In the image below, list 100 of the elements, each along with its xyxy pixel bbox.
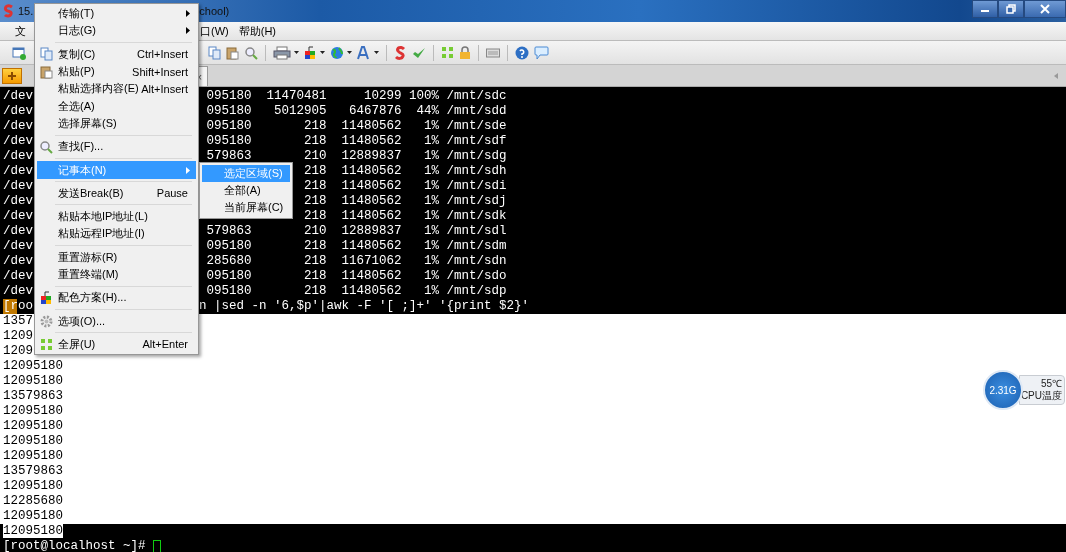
terminal-text: 13579863 <box>3 389 63 403</box>
context-menu-item[interactable]: 选项(O)... <box>37 312 196 330</box>
context-menu-item[interactable]: 粘贴本地IP地址(L) <box>37 207 196 226</box>
terminal-text: /dev <box>3 284 33 299</box>
app-logo-icon <box>2 4 16 18</box>
terminal-text: 285680 218 11671062 1% /mnt/sdn <box>206 254 507 268</box>
context-menu-item[interactable]: 粘贴选择内容(E) Alt+Insert <box>37 80 196 98</box>
terminal-text: 12285680 <box>3 494 63 508</box>
font-icon[interactable] <box>357 45 371 60</box>
context-menu-item[interactable]: 选择屏幕(S) <box>37 114 196 133</box>
cpu-temperature: 55℃ <box>1040 378 1062 390</box>
terminal-text: 095180 218 11480562 1% /mnt/sdm <box>206 239 507 253</box>
terminal-text: 1209 <box>3 344 33 358</box>
terminal-text: 1357 <box>3 314 33 328</box>
terminal-text: 095180 218 11480562 1% /mnt/sdf <box>206 134 507 148</box>
globe-icon[interactable] <box>330 45 344 60</box>
paste-icon[interactable] <box>226 45 239 60</box>
context-menu-item[interactable]: 日志(G) <box>37 22 196 40</box>
close-button[interactable] <box>1024 0 1066 18</box>
fullscreen-icon <box>39 337 53 351</box>
settings-icon <box>39 314 53 328</box>
terminal-text: /dev <box>3 119 33 134</box>
terminal-text: 579863 210 12889837 1% /mnt/sdl <box>206 224 507 238</box>
color-scheme-icon <box>39 290 53 305</box>
restore-button[interactable] <box>998 0 1024 18</box>
minimize-button[interactable] <box>972 0 998 18</box>
terminal-text: /dev <box>3 89 33 104</box>
context-menu-item[interactable]: 粘贴远程IP地址(I) <box>37 225 196 243</box>
printer-icon[interactable] <box>273 45 291 60</box>
terminal-text: 218 11480562 1% /mnt/sdj <box>304 194 507 208</box>
terminal-text: /dev <box>3 134 33 149</box>
context-menu-item[interactable]: 传输(T) <box>37 5 196 23</box>
paste-icon <box>39 64 53 79</box>
context-menu-item[interactable]: 粘贴(P) Shift+Insert <box>37 62 196 81</box>
terminal-text: /dev <box>3 104 33 119</box>
color-scheme-icon[interactable] <box>304 45 317 60</box>
context-menu-item[interactable]: 查找(F)... <box>37 138 196 156</box>
copy-icon <box>39 47 53 62</box>
context-menu-item[interactable]: 全选(A) <box>37 97 196 115</box>
terminal-text: /dev <box>3 149 33 164</box>
terminal-text: /dev <box>3 209 33 224</box>
terminal-text: n |sed -n '6,$p'|awk -F '[ ;]+' '{print $2}' <box>199 299 530 314</box>
cpu-temperature-label: CPU温度 <box>1020 390 1062 402</box>
terminal-text: /dev <box>3 239 33 254</box>
terminal-cursor <box>153 539 162 552</box>
context-menu-item[interactable]: 全屏(U) Alt+Enter <box>37 335 196 354</box>
window-title: chool) <box>199 5 230 17</box>
terminal-text: 13579863 <box>3 464 63 478</box>
caret-icon[interactable] <box>374 51 379 54</box>
search-icon[interactable] <box>244 45 258 60</box>
terminal-text: 12095180 <box>3 449 63 463</box>
caret-icon[interactable] <box>294 51 299 54</box>
terminal-text: /dev <box>3 224 33 239</box>
caret-icon[interactable] <box>320 51 325 54</box>
lock-icon[interactable] <box>459 45 471 60</box>
caret-icon[interactable] <box>347 51 352 54</box>
terminal-text: /dev <box>3 179 33 194</box>
terminal-text: 218 11480562 1% /mnt/sdh <box>304 164 507 178</box>
keyboard-icon[interactable] <box>486 47 500 58</box>
terminal-text: 095180 218 11480562 1% /mnt/sdp <box>206 284 507 298</box>
plus-icon <box>7 70 17 81</box>
search-icon <box>39 139 53 154</box>
terminal-prompt: [root@localhost ~]# <box>3 539 147 552</box>
terminal-text: /dev <box>3 164 33 179</box>
terminal-text: 12095180 <box>3 359 63 373</box>
terminal-text: 12095180 <box>3 479 63 493</box>
window-title: 15. <box>18 5 34 17</box>
close-icon <box>1040 4 1050 14</box>
terminal-text: 095180 11470481 10299 100% /mnt/sdc <box>206 89 507 103</box>
context-menu-item[interactable]: 重置游标(R) <box>37 248 196 266</box>
context-menu-item[interactable]: 发送Break(B) Pause <box>37 184 196 202</box>
terminal-text: 12095180 <box>3 419 63 433</box>
terminal-text: /dev <box>3 254 33 269</box>
menu-item[interactable]: 帮助(H) <box>238 23 276 39</box>
menu-item[interactable]: 口(W) <box>200 23 229 39</box>
terminal-text: 095180 218 11480562 1% /mnt/sdo <box>206 269 507 283</box>
terminal-text: 12095180 <box>3 509 63 523</box>
terminal-text: 12095180 <box>3 434 63 448</box>
submenu-item[interactable]: 当前屏幕(C) <box>202 199 290 216</box>
terminal-text: /dev <box>3 269 33 284</box>
context-menu-item[interactable]: 配色方案(H)... <box>37 289 196 307</box>
terminal-text: 12095180 <box>3 404 63 418</box>
copy-icon[interactable] <box>208 45 221 60</box>
context-menu-item[interactable]: 复制(C) Ctrl+Insert <box>37 45 196 63</box>
context-menu-item[interactable]: 重置终端(M) <box>37 265 196 284</box>
terminal-text: 579863 210 12889837 1% /mnt/sdg <box>206 149 507 163</box>
swirl-icon[interactable] <box>394 45 407 60</box>
restore-icon <box>1006 4 1016 14</box>
help-icon[interactable] <box>515 45 529 60</box>
terminal-text: 218 11480562 1% /mnt/sdk <box>304 209 507 223</box>
terminal-text: 1209 <box>3 329 33 343</box>
terminal-text: 095180 218 11480562 1% /mnt/sde <box>206 119 507 133</box>
terminal-text: 12095180 <box>3 374 63 388</box>
submenu-item[interactable]: 全部(A) <box>202 182 290 199</box>
chat-icon[interactable] <box>534 45 549 60</box>
terminal-text: 12095180 <box>3 524 63 538</box>
terminal-text: /dev <box>3 194 33 209</box>
menu-item[interactable]: 文 <box>15 23 26 39</box>
new-window-icon[interactable] <box>12 45 26 60</box>
new-tab-button[interactable] <box>2 67 22 84</box>
